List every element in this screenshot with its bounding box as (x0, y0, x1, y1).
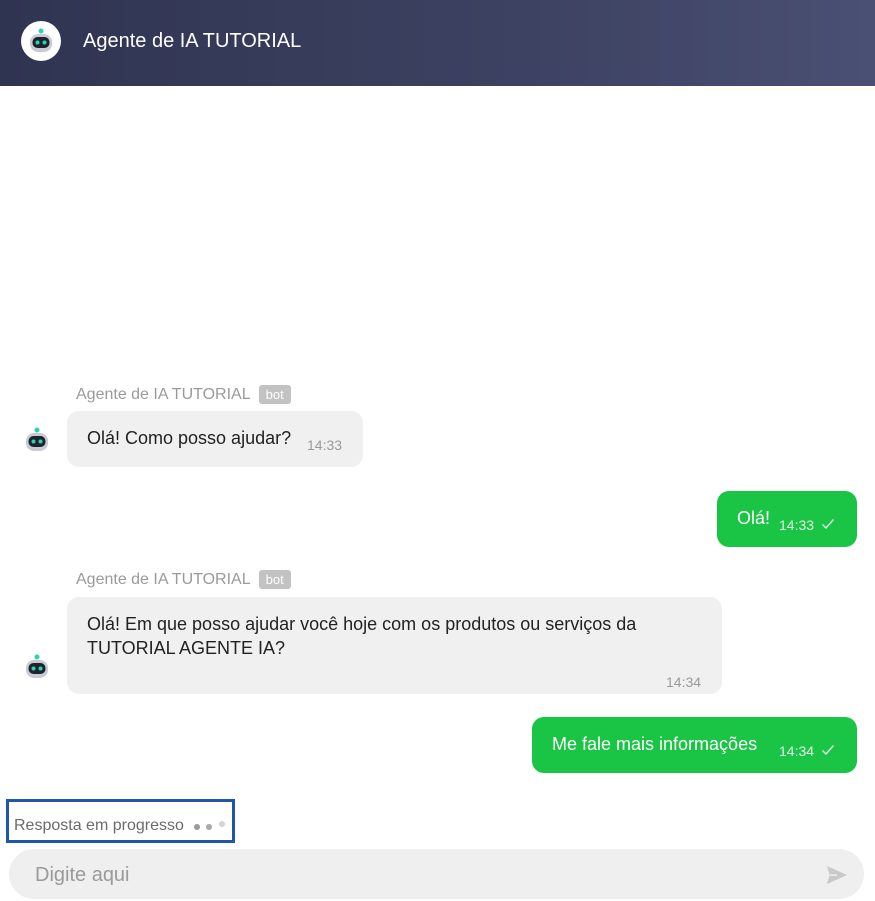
bot-avatar (21, 651, 53, 683)
typing-indicator: Resposta em progresso (6, 799, 235, 843)
typing-dot (194, 824, 200, 830)
bot-message: Olá! Como posso ajudar? 14:33 (67, 411, 363, 467)
message-input[interactable] (33, 861, 797, 889)
composer (9, 849, 864, 899)
message-text: Olá! Em que posso ajudar você hoje com o… (87, 614, 637, 658)
message-text: Olá! Como posso ajudar? (87, 428, 292, 448)
bot-message: Olá! Em que posso ajudar você hoje com o… (67, 597, 722, 694)
header-avatar (21, 21, 61, 61)
message-time: 14:33 (779, 517, 815, 533)
typing-dot (206, 824, 212, 830)
user-message: Me fale mais informações 14:34 (532, 717, 857, 773)
chat-header: Agente de IA TUTORIAL (0, 0, 875, 86)
message-text: Me fale mais informações (552, 734, 758, 754)
bot-avatar (21, 424, 53, 456)
user-message: Olá! 14:33 (717, 491, 857, 547)
bot-badge: bot (258, 385, 291, 404)
robot-icon (30, 28, 52, 52)
chat-title: Agente de IA TUTORIAL (83, 30, 302, 52)
send-icon (827, 866, 847, 884)
robot-icon (26, 427, 48, 451)
message-time: 14:33 (307, 437, 343, 453)
robot-icon (26, 654, 48, 678)
message-time: 14:34 (779, 743, 815, 759)
bot-badge: bot (258, 570, 291, 589)
typing-text: Resposta em progresso (14, 817, 184, 834)
message-text: Olá! (737, 508, 771, 528)
message-time: 14:34 (666, 674, 702, 690)
check-icon (822, 745, 835, 756)
typing-dot (219, 821, 225, 827)
check-icon (822, 519, 835, 530)
send-button[interactable] (824, 862, 850, 888)
sender-name: Agente de IA TUTORIAL (76, 570, 251, 588)
sender-label: Agente de IA TUTORIAL bot (76, 385, 291, 404)
sender-name: Agente de IA TUTORIAL (76, 385, 251, 403)
sender-label: Agente de IA TUTORIAL bot (76, 570, 291, 589)
